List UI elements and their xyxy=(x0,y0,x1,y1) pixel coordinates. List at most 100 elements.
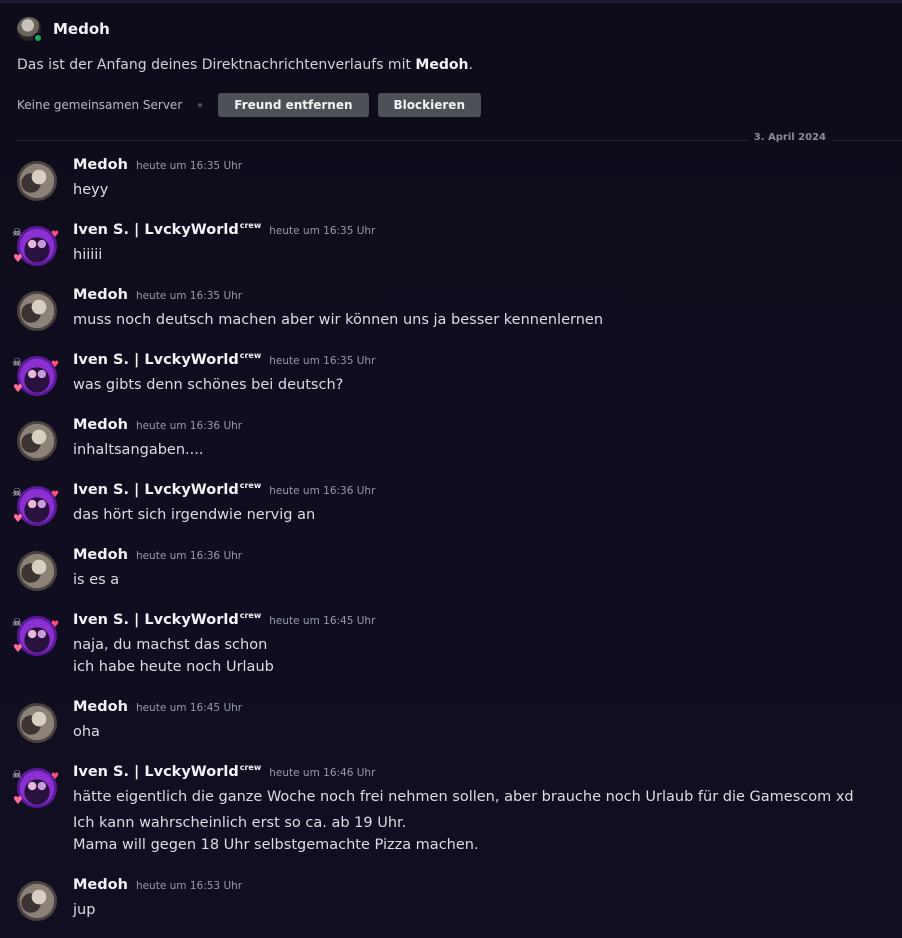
message-group[interactable]: ☠ ♥ ♥ Iven S. | LvckyWorld crew heute um 16:3… xyxy=(12,351,887,396)
message-body: Medoh heute um 16:53 Uhr jup xyxy=(73,877,887,921)
message-group[interactable]: Medoh heute um 16:36 Uhr is es a xyxy=(17,547,887,591)
no-mutual-servers-label: Keine gemeinsamen Server xyxy=(17,98,183,112)
message-timestamp[interactable]: heute um 16:36 Uhr xyxy=(136,420,242,432)
message-timestamp[interactable]: heute um 16:36 Uhr xyxy=(136,550,242,562)
message-avatar[interactable] xyxy=(17,421,57,461)
message-text: hiiiii xyxy=(73,247,103,263)
message-author[interactable]: Iven S. | LvckyWorld xyxy=(73,222,239,238)
author-tag: crew xyxy=(239,763,262,772)
message-author[interactable]: Iven S. | LvckyWorld xyxy=(73,764,239,780)
date-divider-label: 3. April 2024 xyxy=(747,132,832,143)
header-username[interactable]: Medoh xyxy=(53,20,110,38)
message-avatar[interactable]: ☠ ♥ ♥ xyxy=(12,768,60,808)
message-avatar[interactable] xyxy=(17,551,57,591)
message-body: Medoh heute um 16:36 Uhr is es a xyxy=(73,547,887,591)
skull-decoration-icon: ☠ xyxy=(12,616,22,629)
message-text: was gibts denn schönes bei deutsch? xyxy=(73,377,344,393)
author-tag: crew xyxy=(239,611,262,620)
message-avatar[interactable] xyxy=(17,291,57,331)
message-header: Iven S. | LvckyWorld crew heute um 16:35 U… xyxy=(73,351,887,374)
message-timestamp[interactable]: heute um 16:45 Uhr xyxy=(136,702,242,714)
message-author[interactable]: Medoh xyxy=(73,157,128,173)
intro-prefix: Das ist der Anfang deines Direktnachrich… xyxy=(17,57,416,73)
intro-name: Medoh xyxy=(415,57,469,73)
heart-decoration-icon: ♥ xyxy=(13,382,23,395)
message-body: Medoh heute um 16:35 Uhr heyy xyxy=(73,157,887,201)
message-avatar[interactable] xyxy=(17,881,57,921)
author-tag: crew xyxy=(239,221,262,230)
message-group[interactable]: ☠ ♥ ♥ Iven S. | LvckyWorld crew heute um 16:4… xyxy=(12,763,887,856)
message-timestamp[interactable]: heute um 16:36 Uhr xyxy=(269,485,375,497)
message-header: Iven S. | LvckyWorld crew heute um 16:36 U… xyxy=(73,481,887,504)
online-status-icon xyxy=(33,33,43,43)
message-body: Iven S. | LvckyWorld crew heute um 16:35 U… xyxy=(73,351,887,396)
dm-intro-text: Das ist der Anfang deines Direktnachrich… xyxy=(17,57,473,73)
message-group[interactable]: ☠ ♥ ♥ Iven S. | LvckyWorld crew heute um 16:3… xyxy=(12,221,887,266)
heart-decoration-icon: ♥ xyxy=(51,230,60,240)
heart-decoration-icon: ♥ xyxy=(51,490,60,500)
message-text: oha xyxy=(73,724,100,740)
message-header: Medoh heute um 16:53 Uhr xyxy=(73,877,887,899)
message-timestamp[interactable]: heute um 16:35 Uhr xyxy=(136,160,242,172)
message-text: Ich kann wahrscheinlich erst so ca. ab 1… xyxy=(73,815,407,831)
heart-decoration-icon: ♥ xyxy=(51,360,60,370)
user-avatar[interactable] xyxy=(17,17,43,43)
message-group[interactable]: Medoh heute um 16:53 Uhr jup xyxy=(17,877,887,921)
message-group[interactable]: ☠ ♥ ♥ Iven S. | LvckyWorld crew heute um 16:3… xyxy=(12,481,887,526)
message-body: Iven S. | LvckyWorld crew heute um 16:45 U… xyxy=(73,611,887,678)
message-timestamp[interactable]: heute um 16:35 Uhr xyxy=(269,225,375,237)
message-avatar[interactable] xyxy=(17,161,57,201)
message-text: muss noch deutsch machen aber wir können… xyxy=(73,312,604,328)
message-timestamp[interactable]: heute um 16:53 Uhr xyxy=(136,880,242,892)
heart-decoration-icon: ♥ xyxy=(13,512,23,525)
message-author[interactable]: Medoh xyxy=(73,287,128,303)
heart-decoration-icon: ♥ xyxy=(13,794,23,807)
heart-decoration-icon: ♥ xyxy=(51,772,60,782)
message-body: Iven S. | LvckyWorld crew heute um 16:36 U… xyxy=(73,481,887,526)
message-timestamp[interactable]: heute um 16:35 Uhr xyxy=(269,355,375,367)
message-header: Medoh heute um 16:36 Uhr xyxy=(73,547,887,569)
message-avatar[interactable]: ☠ ♥ ♥ xyxy=(12,486,60,526)
message-author[interactable]: Medoh xyxy=(73,877,128,893)
message-header: Medoh heute um 16:35 Uhr xyxy=(73,287,887,309)
message-avatar[interactable]: ☠ ♥ ♥ xyxy=(12,226,60,266)
skull-decoration-icon: ☠ xyxy=(12,768,22,781)
heart-decoration-icon: ♥ xyxy=(13,252,23,265)
message-author[interactable]: Medoh xyxy=(73,699,128,715)
skull-decoration-icon: ☠ xyxy=(12,226,22,239)
dm-channel: Medoh Das ist der Anfang deines Direktna… xyxy=(0,0,902,938)
message-author[interactable]: Medoh xyxy=(73,547,128,563)
message-text: hätte eigentlich die ganze Woche noch fr… xyxy=(73,789,854,805)
message-timestamp[interactable]: heute um 16:35 Uhr xyxy=(136,290,242,302)
skull-decoration-icon: ☠ xyxy=(12,356,22,369)
message-group[interactable]: Medoh heute um 16:36 Uhr inhaltsangaben...… xyxy=(17,417,887,461)
block-button[interactable]: Blockieren xyxy=(377,93,481,117)
message-body: Medoh heute um 16:36 Uhr inhaltsangaben...… xyxy=(73,417,887,461)
message-header: Medoh heute um 16:35 Uhr xyxy=(73,157,887,179)
message-avatar[interactable]: ☠ ♥ ♥ xyxy=(12,356,60,396)
message-timestamp[interactable]: heute um 16:46 Uhr xyxy=(269,767,375,779)
intro-suffix: . xyxy=(468,57,473,73)
message-avatar[interactable] xyxy=(17,703,57,743)
message-header: Medoh heute um 16:36 Uhr xyxy=(73,417,887,439)
skull-decoration-icon: ☠ xyxy=(12,486,22,499)
message-header: Medoh heute um 16:45 Uhr xyxy=(73,699,887,721)
heart-decoration-icon: ♥ xyxy=(13,642,23,655)
message-group[interactable]: Medoh heute um 16:35 Uhr muss noch deutsch… xyxy=(17,287,887,331)
message-text: inhaltsangaben.... xyxy=(73,442,204,458)
dm-actions: Keine gemeinsamen Server Freund entferne… xyxy=(17,93,490,117)
message-group[interactable]: Medoh heute um 16:35 Uhr heyy xyxy=(17,157,887,201)
message-body: Medoh heute um 16:45 Uhr oha xyxy=(73,699,887,743)
message-text: heyy xyxy=(73,182,109,198)
message-author[interactable]: Iven S. | LvckyWorld xyxy=(73,612,239,628)
message-author[interactable]: Iven S. | LvckyWorld xyxy=(73,352,239,368)
message-author[interactable]: Medoh xyxy=(73,417,128,433)
message-author[interactable]: Iven S. | LvckyWorld xyxy=(73,482,239,498)
message-timestamp[interactable]: heute um 16:45 Uhr xyxy=(269,615,375,627)
message-avatar[interactable]: ☠ ♥ ♥ xyxy=(12,616,59,656)
message-group[interactable]: Medoh heute um 16:45 Uhr oha xyxy=(17,699,887,743)
separator-dot xyxy=(198,103,203,107)
author-tag: crew xyxy=(239,481,262,490)
message-group[interactable]: ☠ ♥ ♥ Iven S. | LvckyWorld crew heute um 16:4… xyxy=(12,611,887,678)
remove-friend-button[interactable]: Freund entfernen xyxy=(218,93,369,117)
